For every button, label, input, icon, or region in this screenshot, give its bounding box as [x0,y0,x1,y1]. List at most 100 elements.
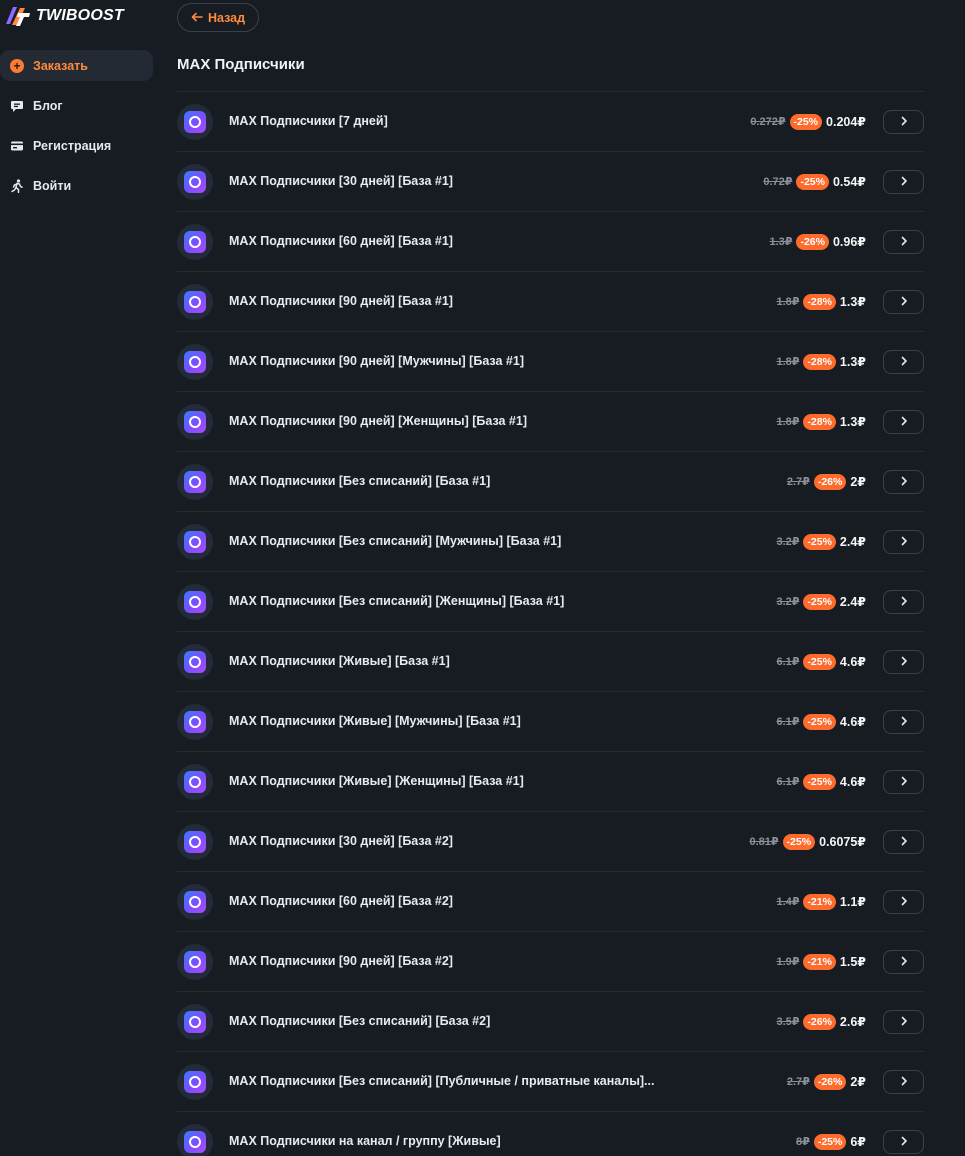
discount-badge: -28% [803,353,836,370]
service-row[interactable]: MAX Подписчики [Без списаний] [База #1] … [177,452,924,512]
chevron-right-icon [900,113,908,131]
current-price: 2.6₽ [839,1015,866,1029]
service-row[interactable]: MAX Подписчики [Без списаний] [Публичные… [177,1052,924,1112]
current-price: 2.4₽ [839,535,866,549]
max-app-icon [177,824,213,860]
max-app-icon [177,284,213,320]
old-price: 2.7₽ [786,476,810,488]
back-button-label: Назад [207,10,246,25]
old-price: 2.7₽ [786,1076,810,1088]
service-row[interactable]: MAX Подписчики [60 дней] [База #2] 1.4₽ … [177,872,924,932]
max-app-icon [177,1124,213,1156]
chevron-right-icon [900,1013,908,1031]
service-row[interactable]: MAX Подписчики [Живые] [База #1] 6.1₽ -2… [177,632,924,692]
chat-icon [10,99,24,113]
open-service-button[interactable] [883,530,924,554]
old-price: 1.8₽ [776,296,800,308]
plus-circle-icon: + [10,58,24,73]
max-app-icon [177,404,213,440]
discount-badge: -25% [803,653,836,670]
service-row[interactable]: MAX Подписчики [90 дней] [Женщины] [База… [177,392,924,452]
open-service-button[interactable] [883,110,924,134]
current-price: 4.6₽ [839,775,866,789]
old-price: 1.9₽ [776,956,800,968]
service-name: MAX Подписчики [Живые] [Мужчины] [База #… [229,714,521,728]
old-price: 1.3₽ [769,236,793,248]
max-app-icon [177,464,213,500]
open-service-button[interactable] [883,230,924,254]
price-group: 1.4₽ -21% 1.1₽ [776,872,866,931]
open-service-button[interactable] [883,650,924,674]
nav-item-blog[interactable]: Блог [0,90,153,121]
chevron-right-icon [900,1073,908,1091]
service-name: MAX Подписчики [Живые] [База #1] [229,654,450,668]
discount-badge: -25% [803,713,836,730]
service-name: MAX Подписчики [Без списаний] [База #1] [229,474,491,488]
service-row[interactable]: MAX Подписчики [Без списаний] [Мужчины] … [177,512,924,572]
service-row[interactable]: MAX Подписчики [Без списаний] [База #2] … [177,992,924,1052]
open-service-button[interactable] [883,290,924,314]
service-row[interactable]: MAX Подписчики [90 дней] [База #2] 1.9₽ … [177,932,924,992]
open-service-button[interactable] [883,710,924,734]
service-row[interactable]: MAX Подписчики на канал / группу [Живые]… [177,1112,924,1156]
service-row[interactable]: MAX Подписчики [90 дней] [База #1] 1.8₽ … [177,272,924,332]
open-service-button[interactable] [883,770,924,794]
open-service-button[interactable] [883,830,924,854]
arrow-left-icon [191,11,203,25]
open-service-button[interactable] [883,1070,924,1094]
open-service-button[interactable] [883,470,924,494]
price-group: 3.5₽ -26% 2.6₽ [776,992,866,1051]
price-group: 6.1₽ -25% 4.6₽ [776,692,866,751]
old-price: 3.2₽ [776,596,800,608]
chevron-right-icon [900,773,908,791]
discount-badge: -25% [796,173,829,190]
chevron-right-icon [900,293,908,311]
price-group: 8₽ -25% 6₽ [796,1112,866,1156]
max-app-icon [177,1004,213,1040]
nav-item-register[interactable]: Регистрация [0,130,153,161]
service-row[interactable]: MAX Подписчики [30 дней] [База #1] 0.72₽… [177,152,924,212]
open-service-button[interactable] [883,410,924,434]
chevron-right-icon [900,413,908,431]
max-app-icon [177,1064,213,1100]
max-app-icon [177,104,213,140]
service-row[interactable]: MAX Подписчики [Без списаний] [Женщины] … [177,572,924,632]
max-app-icon [177,344,213,380]
open-service-button[interactable] [883,890,924,914]
price-group: 3.2₽ -25% 2.4₽ [776,572,866,631]
current-price: 1.1₽ [839,895,866,909]
service-row[interactable]: MAX Подписчики [Живые] [Мужчины] [База #… [177,692,924,752]
chevron-right-icon [900,173,908,191]
current-price: 6₽ [850,1135,866,1149]
service-name: MAX Подписчики [Без списаний] [Женщины] … [229,594,565,608]
logo-icon [4,4,32,28]
current-price: 1.3₽ [839,355,866,369]
service-row[interactable]: MAX Подписчики [Живые] [Женщины] [База #… [177,752,924,812]
open-service-button[interactable] [883,1010,924,1034]
price-group: 6.1₽ -25% 4.6₽ [776,752,866,811]
price-group: 2.7₽ -26% 2₽ [787,1052,866,1111]
current-price: 0.54₽ [832,175,866,189]
open-service-button[interactable] [883,1130,924,1154]
nav-item-label: Блог [33,98,63,113]
service-name: MAX Подписчики [7 дней] [229,114,388,128]
current-price: 2₽ [850,1075,866,1089]
brand-logo[interactable]: TWIBOOST [4,4,124,28]
discount-badge: -28% [803,293,836,310]
service-row[interactable]: MAX Подписчики [7 дней] 0.272₽ -25% 0.20… [177,92,924,152]
service-name: MAX Подписчики [30 дней] [База #2] [229,834,453,848]
sidebar-nav: + Заказать Блог Регистрация Войти [0,50,153,210]
service-row[interactable]: MAX Подписчики [60 дней] [База #1] 1.3₽ … [177,212,924,272]
service-row[interactable]: MAX Подписчики [30 дней] [База #2] 0.81₽… [177,812,924,872]
discount-badge: -25% [803,773,836,790]
nav-item-login[interactable]: Войти [0,170,153,201]
open-service-button[interactable] [883,590,924,614]
open-service-button[interactable] [883,170,924,194]
open-service-button[interactable] [883,350,924,374]
service-name: MAX Подписчики [90 дней] [База #1] [229,294,453,308]
back-button[interactable]: Назад [177,3,259,32]
old-price: 1.4₽ [776,896,800,908]
service-row[interactable]: MAX Подписчики [90 дней] [Мужчины] [База… [177,332,924,392]
open-service-button[interactable] [883,950,924,974]
nav-item-order[interactable]: + Заказать [0,50,153,81]
